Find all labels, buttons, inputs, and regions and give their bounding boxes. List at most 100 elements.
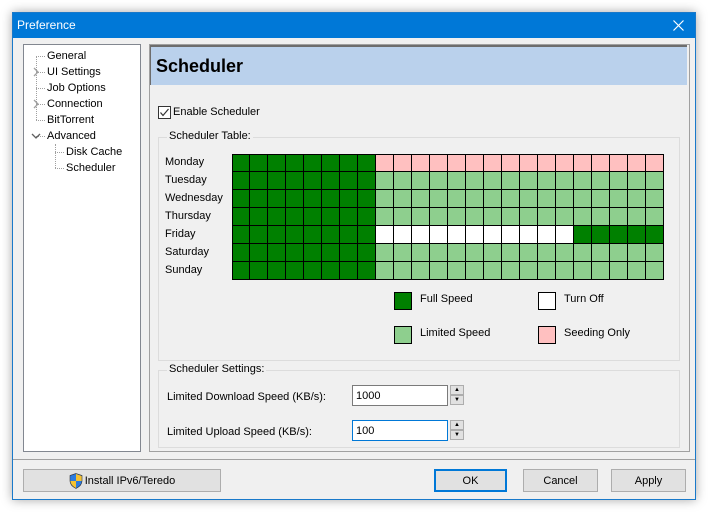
schedule-cell[interactable] bbox=[645, 243, 664, 262]
schedule-cell[interactable] bbox=[447, 225, 466, 244]
schedule-cell[interactable] bbox=[375, 243, 394, 262]
schedule-cell[interactable] bbox=[519, 154, 538, 172]
schedule-cell[interactable] bbox=[555, 225, 574, 244]
schedule-cell[interactable] bbox=[555, 243, 574, 262]
schedule-cell[interactable] bbox=[232, 189, 250, 208]
schedule-cell[interactable] bbox=[411, 225, 430, 244]
schedule-cell[interactable] bbox=[573, 261, 592, 280]
schedule-cell[interactable] bbox=[645, 154, 664, 172]
schedule-cell[interactable] bbox=[537, 225, 556, 244]
download-spin-down[interactable]: ▼ bbox=[450, 395, 464, 405]
schedule-cell[interactable] bbox=[465, 207, 484, 226]
schedule-cell[interactable] bbox=[393, 171, 412, 190]
schedule-cell[interactable] bbox=[393, 225, 412, 244]
schedule-cell[interactable] bbox=[645, 189, 664, 208]
schedule-cell[interactable] bbox=[609, 171, 628, 190]
upload-spin-down[interactable]: ▼ bbox=[450, 430, 464, 440]
schedule-cell[interactable] bbox=[519, 171, 538, 190]
tree-item-connection[interactable]: Connection bbox=[46, 96, 104, 112]
schedule-cell[interactable] bbox=[501, 189, 520, 208]
schedule-cell[interactable] bbox=[609, 261, 628, 280]
ok-button[interactable]: OK bbox=[434, 469, 507, 492]
schedule-cell[interactable] bbox=[321, 207, 340, 226]
schedule-cell[interactable] bbox=[591, 207, 610, 226]
schedule-cell[interactable] bbox=[465, 225, 484, 244]
schedule-cell[interactable] bbox=[483, 207, 502, 226]
schedule-cell[interactable] bbox=[591, 171, 610, 190]
schedule-cell[interactable] bbox=[573, 189, 592, 208]
schedule-cell[interactable] bbox=[555, 154, 574, 172]
schedule-cell[interactable] bbox=[339, 207, 358, 226]
schedule-cell[interactable] bbox=[339, 225, 358, 244]
chevron-down-icon[interactable] bbox=[31, 131, 41, 141]
enable-scheduler-checkbox[interactable]: Enable Scheduler bbox=[158, 104, 260, 120]
schedule-cell[interactable] bbox=[249, 225, 268, 244]
download-speed-input[interactable] bbox=[352, 385, 448, 406]
schedule-cell[interactable] bbox=[447, 171, 466, 190]
schedule-cell[interactable] bbox=[645, 171, 664, 190]
download-spin-up[interactable]: ▲ bbox=[450, 385, 464, 395]
schedule-cell[interactable] bbox=[591, 189, 610, 208]
schedule-cell[interactable] bbox=[267, 171, 286, 190]
schedule-cell[interactable] bbox=[501, 261, 520, 280]
schedule-cell[interactable] bbox=[501, 243, 520, 262]
schedule-cell[interactable] bbox=[483, 171, 502, 190]
checkbox-box[interactable] bbox=[158, 105, 171, 119]
install-ipv6-teredo-button[interactable]: Install IPv6/Teredo bbox=[23, 469, 221, 492]
schedule-cell[interactable] bbox=[483, 243, 502, 262]
schedule-cell[interactable] bbox=[591, 243, 610, 262]
schedule-cell[interactable] bbox=[465, 154, 484, 172]
schedule-cell[interactable] bbox=[249, 243, 268, 262]
schedule-cell[interactable] bbox=[645, 207, 664, 226]
schedule-cell[interactable] bbox=[232, 207, 250, 226]
tree-item-advanced[interactable]: Advanced bbox=[46, 128, 97, 144]
schedule-cell[interactable] bbox=[429, 243, 448, 262]
schedule-cell[interactable] bbox=[411, 207, 430, 226]
schedule-cell[interactable] bbox=[321, 154, 340, 172]
schedule-cell[interactable] bbox=[232, 243, 250, 262]
schedule-cell[interactable] bbox=[627, 261, 646, 280]
schedule-cell[interactable] bbox=[429, 171, 448, 190]
schedule-cell[interactable] bbox=[429, 207, 448, 226]
schedule-cell[interactable] bbox=[573, 243, 592, 262]
schedule-cell[interactable] bbox=[627, 171, 646, 190]
schedule-cell[interactable] bbox=[321, 261, 340, 280]
schedule-cell[interactable] bbox=[645, 225, 664, 244]
schedule-cell[interactable] bbox=[501, 225, 520, 244]
schedule-cell[interactable] bbox=[321, 243, 340, 262]
cancel-button[interactable]: Cancel bbox=[523, 469, 598, 492]
schedule-cell[interactable] bbox=[303, 243, 322, 262]
schedule-cell[interactable] bbox=[555, 189, 574, 208]
schedule-cell[interactable] bbox=[465, 243, 484, 262]
schedule-cell[interactable] bbox=[573, 207, 592, 226]
schedule-cell[interactable] bbox=[627, 207, 646, 226]
download-speed-spinner[interactable]: ▲ ▼ bbox=[450, 385, 464, 406]
schedule-cell[interactable] bbox=[267, 207, 286, 226]
schedule-cell[interactable] bbox=[375, 225, 394, 244]
schedule-cell[interactable] bbox=[267, 154, 286, 172]
schedule-cell[interactable] bbox=[501, 171, 520, 190]
schedule-cell[interactable] bbox=[627, 243, 646, 262]
settings-tree[interactable]: General UI Settings Job Options Connection B… bbox=[23, 44, 141, 452]
schedule-cell[interactable] bbox=[393, 189, 412, 208]
schedule-cell[interactable] bbox=[375, 189, 394, 208]
schedule-cell[interactable] bbox=[645, 261, 664, 280]
schedule-cell[interactable] bbox=[411, 243, 430, 262]
schedule-cell[interactable] bbox=[573, 225, 592, 244]
schedule-cell[interactable] bbox=[501, 207, 520, 226]
schedule-cell[interactable] bbox=[285, 261, 304, 280]
schedule-cell[interactable] bbox=[321, 189, 340, 208]
schedule-cell[interactable] bbox=[537, 171, 556, 190]
schedule-cell[interactable] bbox=[339, 189, 358, 208]
schedule-cell[interactable] bbox=[357, 189, 376, 208]
schedule-cell[interactable] bbox=[573, 171, 592, 190]
schedule-cell[interactable] bbox=[465, 261, 484, 280]
schedule-cell[interactable] bbox=[285, 154, 304, 172]
schedule-cell[interactable] bbox=[429, 261, 448, 280]
schedule-cell[interactable] bbox=[609, 207, 628, 226]
schedule-cell[interactable] bbox=[303, 171, 322, 190]
title-bar[interactable]: Preference bbox=[13, 13, 695, 38]
schedule-cell[interactable] bbox=[375, 154, 394, 172]
schedule-cell[interactable] bbox=[609, 189, 628, 208]
schedule-cell[interactable] bbox=[249, 189, 268, 208]
